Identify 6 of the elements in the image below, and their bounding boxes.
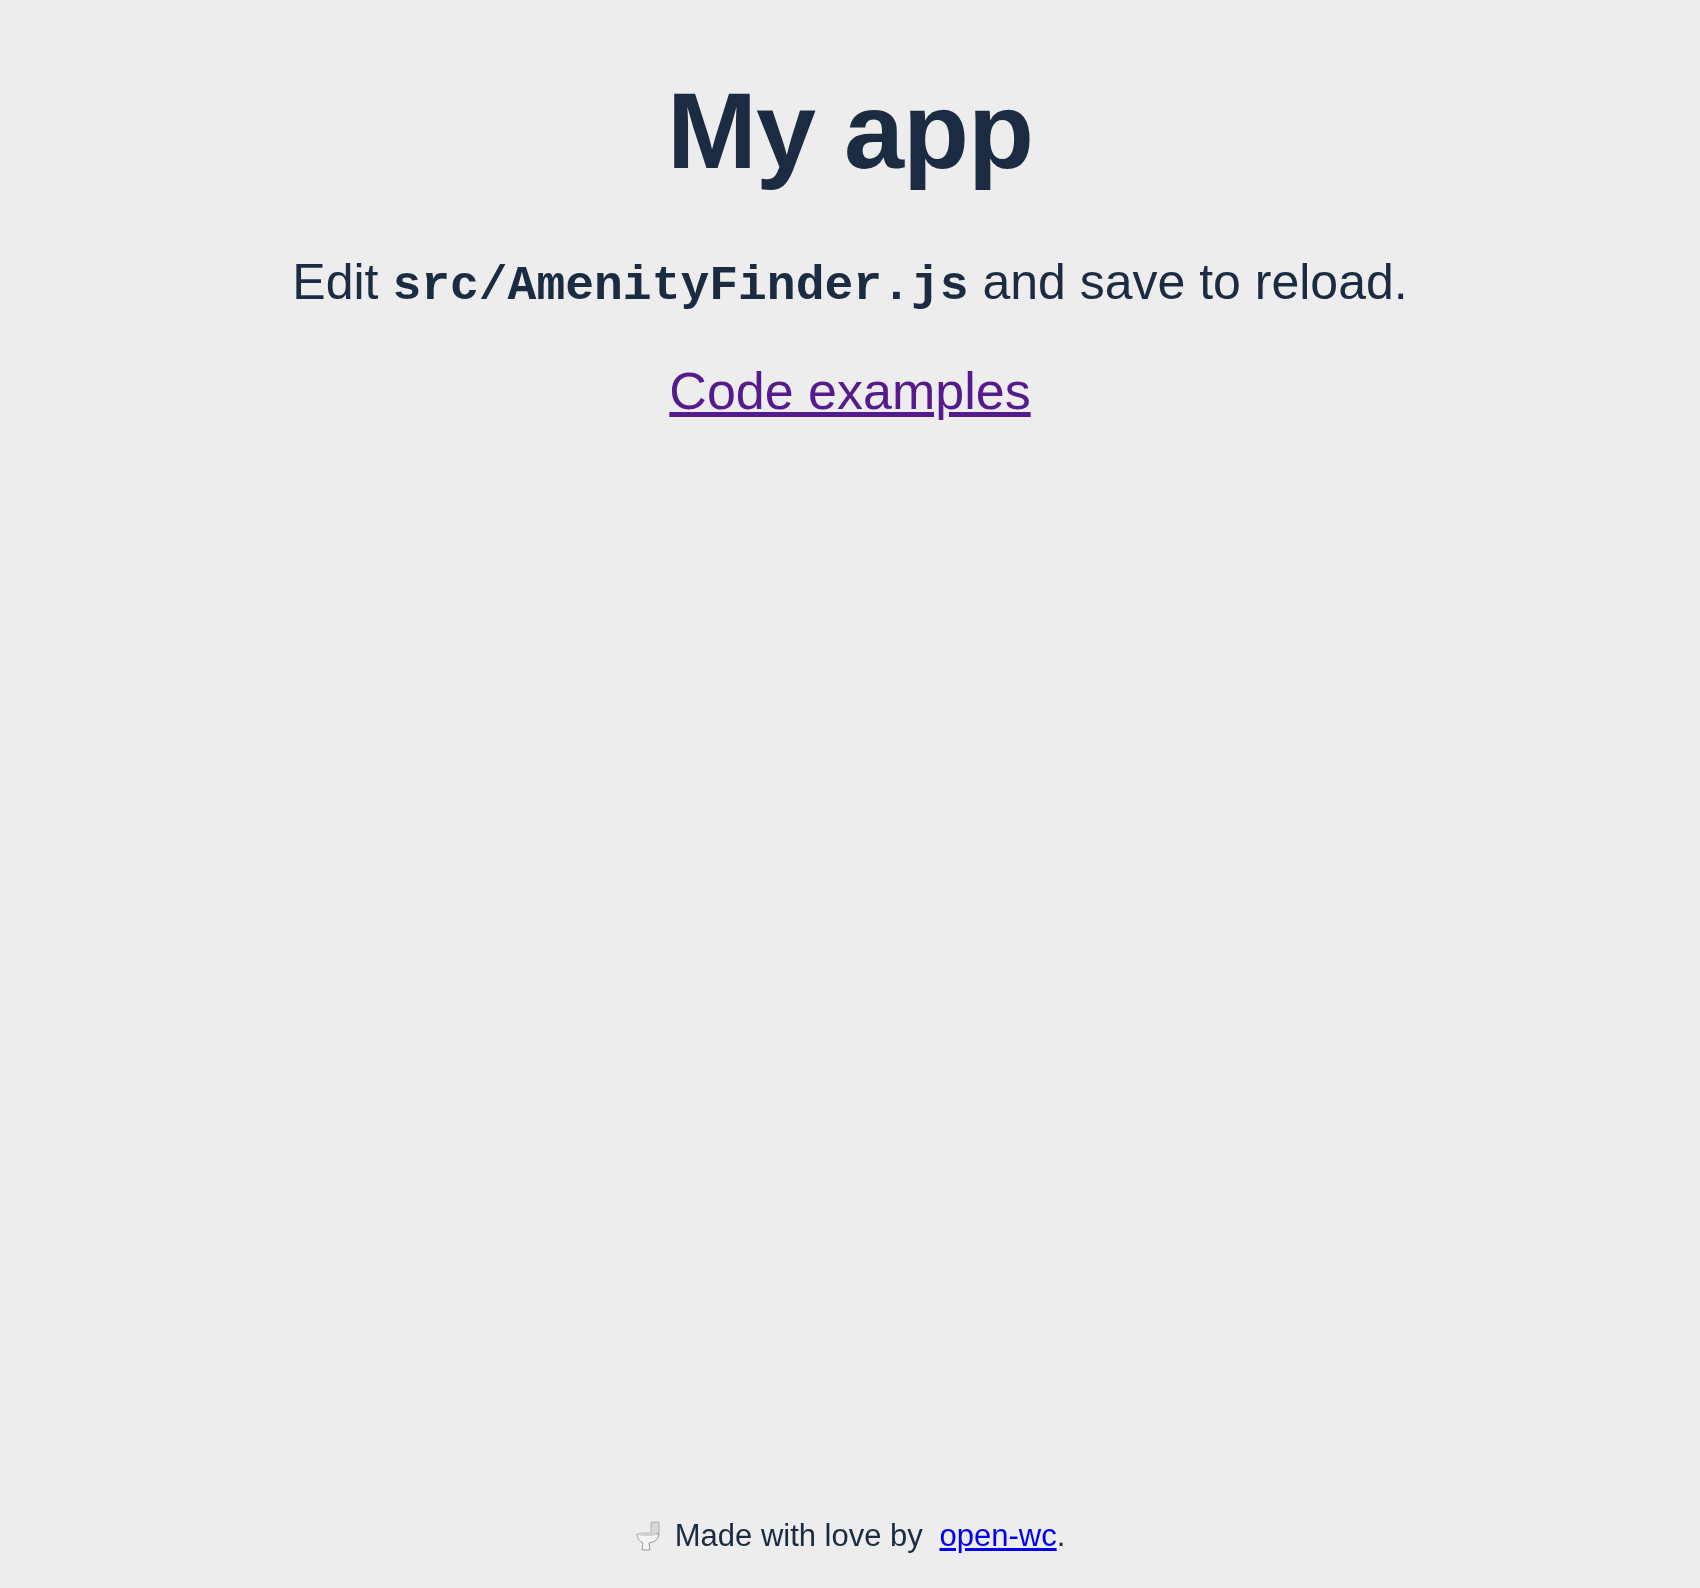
- instruction-text: Edit src/AmenityFinder.js and save to reload.: [292, 252, 1408, 313]
- code-examples-link[interactable]: Code examples: [669, 360, 1031, 421]
- open-wc-link[interactable]: open-wc: [939, 1518, 1057, 1553]
- footer-text: Made with love by open-wc.: [674, 1518, 1066, 1554]
- toilet-icon: [634, 1521, 661, 1551]
- app-title: My app: [666, 72, 1033, 191]
